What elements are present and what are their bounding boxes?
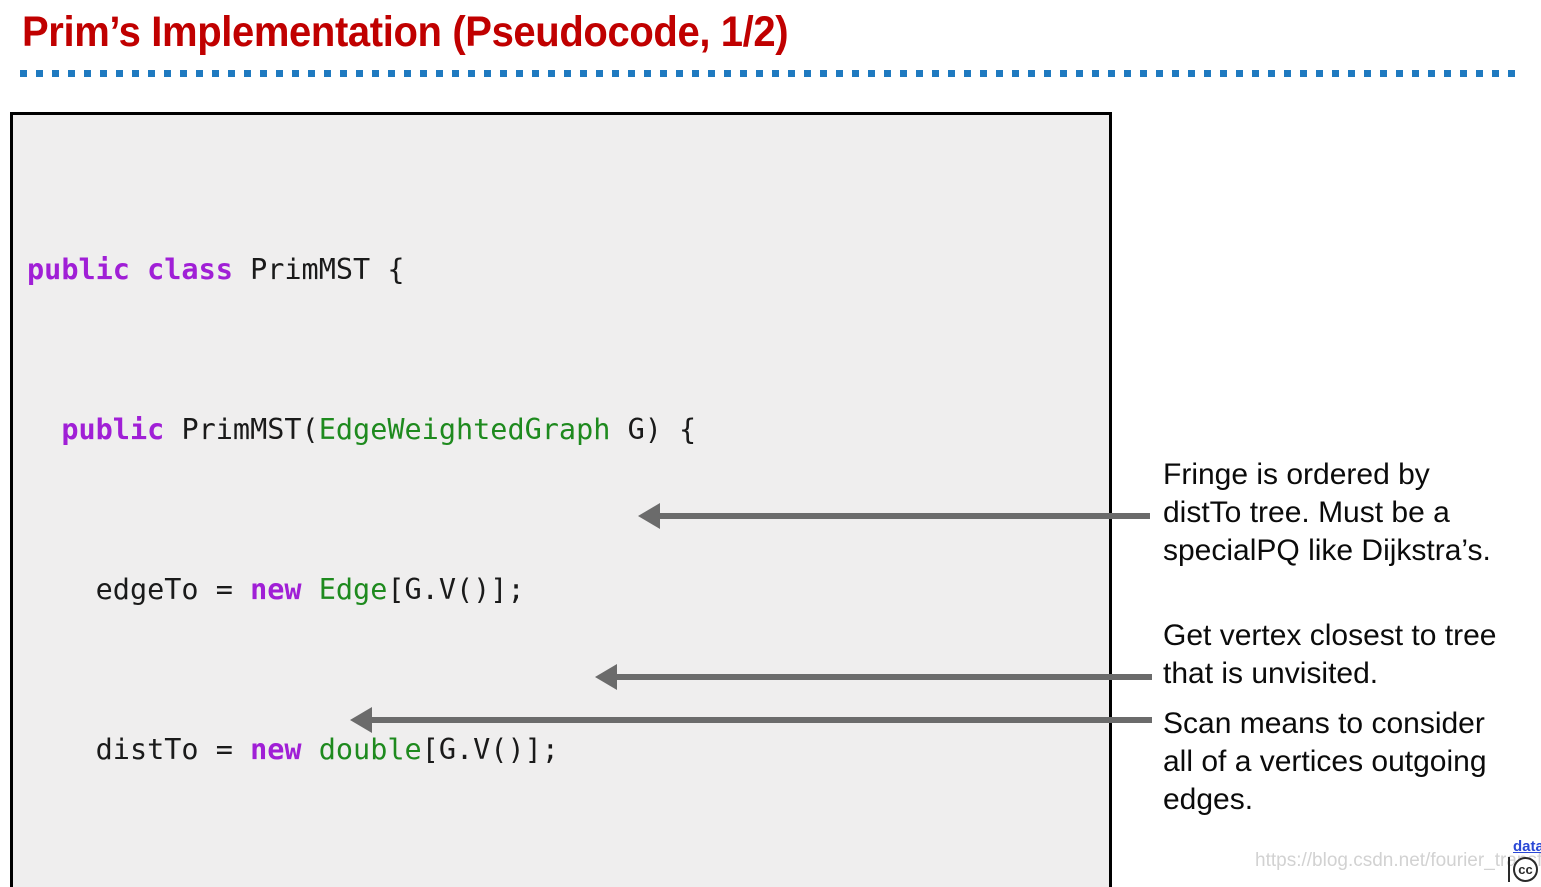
arrow-insert-all-vertices-line (660, 513, 1150, 519)
arrow-del-min-head (595, 664, 617, 690)
arrow-scan-head (350, 707, 372, 733)
code-token-type: double (318, 733, 422, 766)
code-block-panel: public class PrimMST { public PrimMST(Ed… (10, 112, 1112, 887)
watermark-url: https://blog.csdn.net/fourier_transform (1255, 850, 1541, 871)
code-token-plain: distTo = (27, 733, 251, 766)
data-link[interactable]: data (1513, 838, 1541, 855)
code-token-plain: [G.V()]; (421, 733, 559, 766)
code-line: edgeTo = new Edge[G.V()]; (27, 570, 954, 610)
code-token-plain: G) { (610, 413, 697, 446)
code-token-plain: [G.V()]; (387, 573, 525, 606)
creative-commons-icon: cc (1513, 857, 1538, 882)
annotation-get-vertex: Get vertex closest to tree that is unvis… (1163, 619, 1497, 690)
arrow-scan-line (372, 717, 1152, 723)
code-token-type: EdgeWeightedGraph (318, 413, 611, 446)
code-token-keyword: public (61, 413, 165, 446)
code-token-plain: edgeTo = (27, 573, 251, 606)
code-listing: public class PrimMST { public PrimMST(Ed… (27, 130, 954, 887)
code-token-plain: PrimMST { (232, 253, 405, 286)
code-token-keyword: public class (27, 253, 233, 286)
annotation-fringe-order: Fringe is ordered by distTo tree. Must b… (1163, 458, 1491, 567)
code-token-type: Edge (318, 573, 388, 606)
arrow-insert-all-vertices-head (638, 503, 660, 529)
code-token-plain: PrimMST( (164, 413, 319, 446)
annotation-scan-means: Scan means to consider all of a vertices… (1163, 707, 1487, 816)
arrow-del-min-line (617, 674, 1152, 680)
code-line: public PrimMST(EdgeWeightedGraph G) { (27, 410, 954, 450)
code-line: public class PrimMST { (27, 250, 954, 290)
code-line: distTo = new double[G.V()]; (27, 730, 954, 770)
page-title: Prim’s Implementation (Pseudocode, 1/2) (22, 8, 789, 56)
code-token-keyword: new (250, 733, 302, 766)
cc-bracket-left-icon (1508, 857, 1512, 882)
title-divider (20, 70, 1520, 77)
code-token-keyword: new (250, 573, 302, 606)
